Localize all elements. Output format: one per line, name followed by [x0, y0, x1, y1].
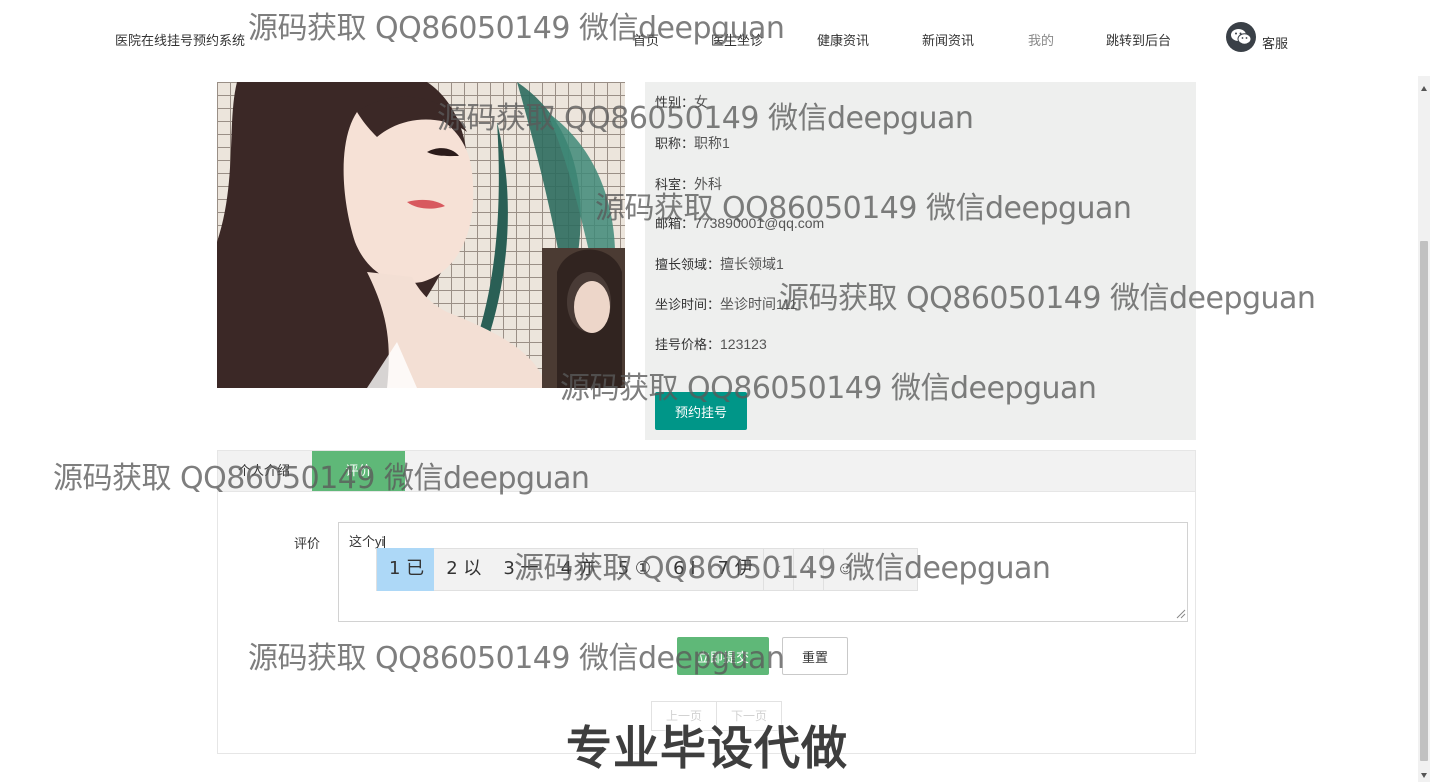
- scroll-thumb[interactable]: [1420, 241, 1428, 761]
- tab-review[interactable]: 评价: [312, 451, 405, 491]
- reset-button[interactable]: 重置: [782, 637, 848, 675]
- ime-next-arrow-icon[interactable]: ›: [793, 548, 823, 591]
- info-value: 外科: [694, 176, 723, 192]
- ime-candidate[interactable]: 5 ①: [606, 548, 661, 591]
- nav-mine[interactable]: 我的: [1028, 30, 1054, 49]
- nav-home[interactable]: 首页: [633, 30, 659, 49]
- ime-candidate[interactable]: 4 亦: [549, 548, 606, 591]
- doctor-info-panel: 性别：女 职称：职称1 科室：外科 邮箱：773890001@qq.com 擅长…: [645, 82, 1196, 440]
- ime-candidate[interactable]: 2 以: [434, 548, 491, 591]
- detail-tabs-card: 个人介绍 评价 评价 这个yi 立即提交 重置 上一页 下一页: [217, 450, 1196, 754]
- resize-handle-icon[interactable]: [1176, 609, 1186, 619]
- page-scrollbar[interactable]: [1418, 76, 1430, 782]
- info-label: 科室：: [655, 177, 695, 192]
- info-value: 职称1: [694, 135, 730, 151]
- review-label: 评价: [294, 536, 321, 551]
- scroll-up-arrow-icon[interactable]: [1421, 86, 1427, 91]
- info-value: 女: [694, 94, 709, 110]
- info-value: 773890001@qq.com: [694, 215, 825, 231]
- info-label: 擅长领域：: [655, 257, 721, 272]
- info-department: 科室：外科: [655, 174, 722, 194]
- customer-service-button[interactable]: 客服: [1226, 22, 1288, 52]
- tab-personal-intro[interactable]: 个人介绍: [224, 451, 304, 491]
- ime-prev-arrow-icon[interactable]: ‹: [762, 548, 793, 591]
- wechat-icon: [1226, 22, 1256, 52]
- nav-doctor-clinic[interactable]: 医生坐诊: [711, 30, 763, 49]
- service-label: 客服: [1262, 36, 1289, 51]
- submit-button[interactable]: 立即提交: [677, 637, 769, 675]
- info-label: 性别：: [655, 95, 695, 110]
- info-clinic-time: 坐诊时间：坐诊时间111: [655, 294, 797, 314]
- info-label: 职称：: [655, 136, 695, 151]
- info-title: 职称：职称1: [655, 133, 730, 153]
- ime-emoji-icon[interactable]: ☺: [823, 548, 866, 591]
- ime-candidate[interactable]: 6 Ⅰ: [661, 548, 705, 591]
- scroll-down-arrow-icon[interactable]: [1421, 773, 1427, 778]
- info-value: 123123: [720, 336, 767, 352]
- ime-candidate[interactable]: 7 伊: [706, 548, 763, 591]
- info-price: 挂号价格：123123: [655, 334, 767, 353]
- ime-candidate-bar: 1 已 2 以 3 一 4 亦 5 ① 6 Ⅰ 7 伊 ‹ › ☺: [376, 548, 918, 591]
- promo-banner: 专业毕设代做: [566, 721, 848, 775]
- info-value: 擅长领域1: [720, 256, 784, 272]
- ime-candidate[interactable]: 1 已: [377, 548, 435, 591]
- ime-candidate[interactable]: 3 一: [491, 548, 548, 591]
- site-brand[interactable]: 医院在线挂号预约系统: [115, 30, 245, 49]
- info-label: 坐诊时间：: [655, 297, 721, 312]
- info-email: 邮箱：773890001@qq.com: [655, 213, 824, 232]
- info-label: 邮箱：: [655, 216, 695, 231]
- info-label: 挂号价格：: [655, 337, 721, 352]
- info-gender: 性别：女: [655, 92, 708, 112]
- top-header: 医院在线挂号预约系统 首页 医生坐诊 健康资讯 新闻资讯 我的 跳转到后台 客服: [0, 0, 1418, 76]
- nav-news[interactable]: 新闻资讯: [922, 30, 974, 49]
- nav-health-news[interactable]: 健康资讯: [817, 30, 869, 49]
- review-text: 这个yi: [349, 534, 385, 549]
- doctor-photo: [217, 82, 625, 388]
- tab-bar: 个人介绍 评价: [218, 451, 1195, 492]
- book-appointment-button[interactable]: 预约挂号: [655, 392, 747, 430]
- nav-admin[interactable]: 跳转到后台: [1106, 30, 1171, 49]
- info-value: 坐诊时间111: [720, 296, 798, 312]
- info-specialty: 擅长领域：擅长领域1: [655, 254, 784, 274]
